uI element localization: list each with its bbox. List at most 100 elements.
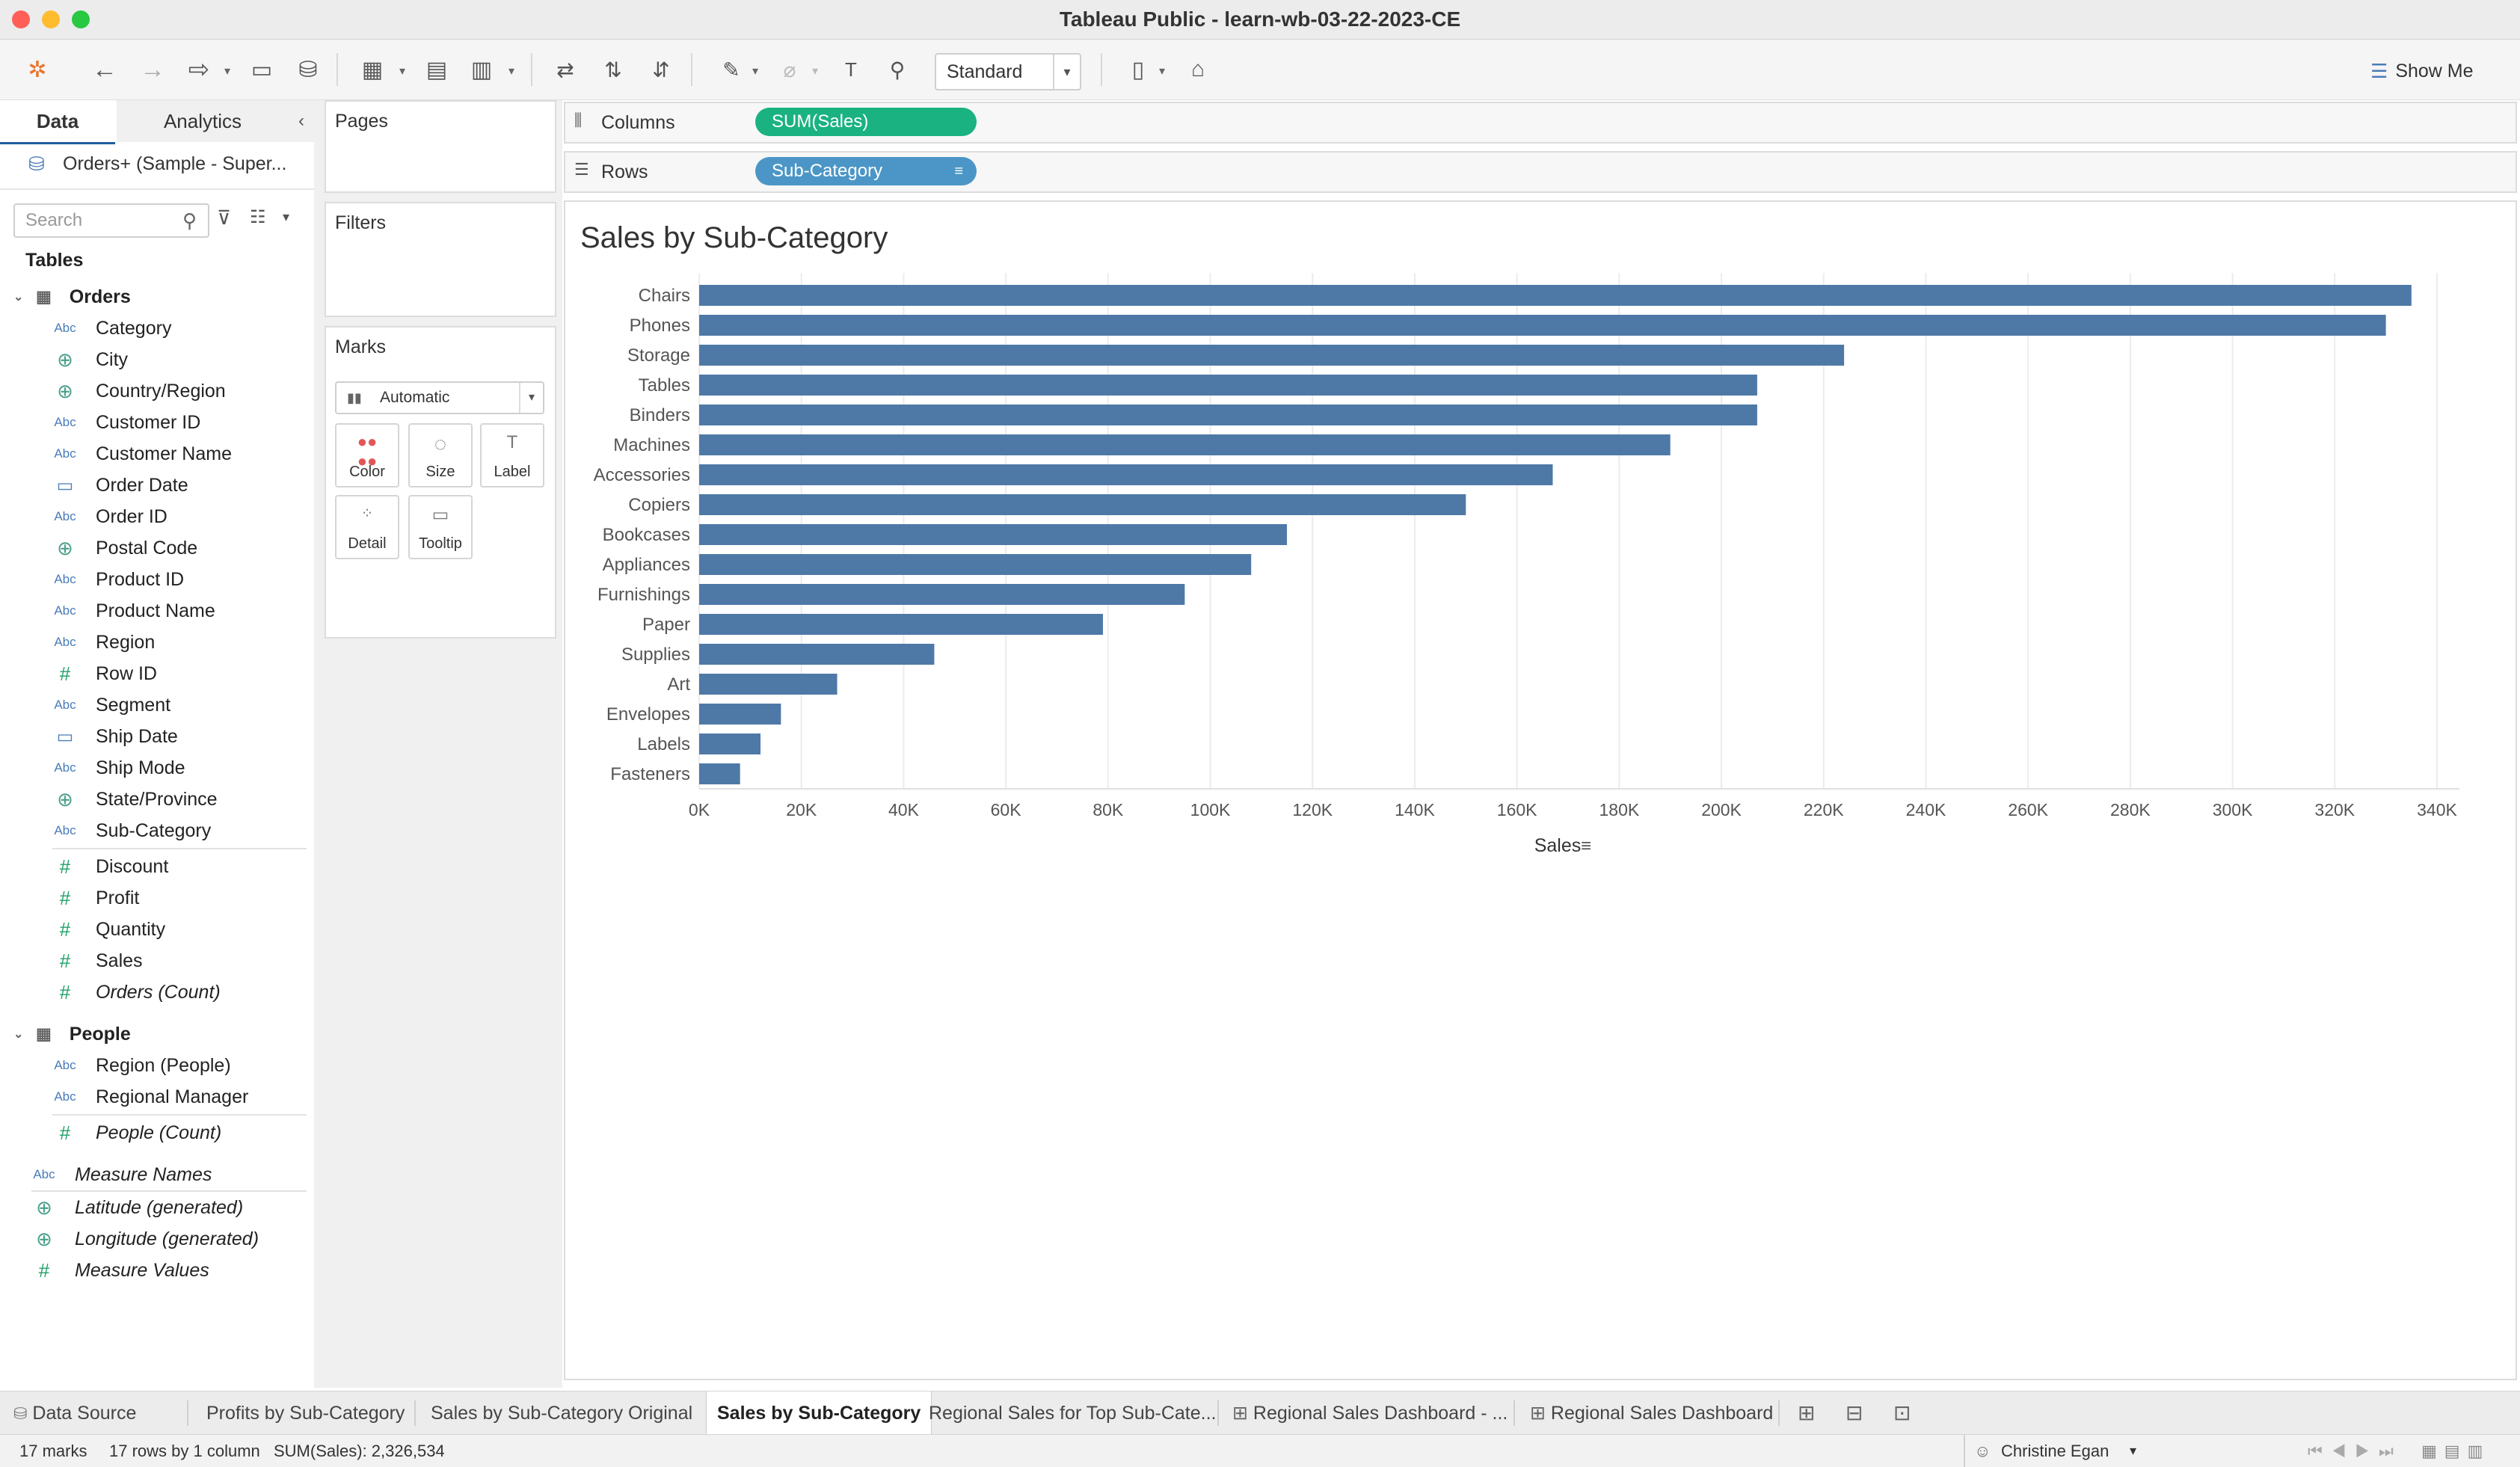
new-worksheet-icon[interactable]: ▦ bbox=[356, 53, 389, 86]
label-button[interactable]: T Label bbox=[480, 423, 544, 488]
field-item[interactable]: Abc Measure Names bbox=[13, 1159, 307, 1190]
field-item[interactable]: ▭ Order Date bbox=[13, 470, 307, 501]
field-name: Product ID bbox=[96, 568, 185, 590]
field-item[interactable]: # Sales bbox=[13, 945, 307, 977]
field-item[interactable]: Abc Product ID bbox=[13, 564, 307, 595]
tab-regional-sales-dashboard-2[interactable]: ⊞ Regional Sales Dashboard - ... bbox=[1232, 1391, 1508, 1435]
field-item[interactable]: ⊕ State/Province bbox=[13, 784, 307, 815]
table-0[interactable]: ⌄ ▦ Orders bbox=[13, 281, 307, 313]
view-list-icon[interactable]: ☷ bbox=[250, 206, 266, 228]
chevron-down-icon[interactable]: ⌄ bbox=[13, 289, 25, 304]
tooltip-label: Tooltip bbox=[419, 535, 462, 552]
save-icon[interactable]: ▭ bbox=[245, 53, 278, 86]
rows-shelf[interactable]: ☰ Rows Sub-Category ≡ bbox=[564, 151, 2517, 193]
highlight-icon[interactable]: ✎ bbox=[715, 53, 748, 86]
user-name[interactable]: Christine Egan bbox=[2001, 1435, 2109, 1467]
field-item[interactable]: Abc Customer Name bbox=[13, 438, 307, 470]
tab-regional-sales-top-sub-category[interactable]: Regional Sales for Top Sub-Cate... bbox=[929, 1391, 1217, 1435]
show-me-button[interactable]: ☰ Show Me bbox=[2370, 56, 2474, 86]
sheet-view-icons[interactable]: ▦▤▥ bbox=[2421, 1435, 2490, 1467]
field-item[interactable]: ⊕ City bbox=[13, 344, 307, 375]
field-item[interactable]: # Row ID bbox=[13, 658, 307, 689]
replay-caret-icon[interactable]: ▾ bbox=[224, 64, 235, 78]
replay-icon[interactable]: ⇨ bbox=[182, 53, 215, 86]
group-caret-icon[interactable]: ▾ bbox=[812, 64, 823, 78]
detail-button[interactable]: ⁘ Detail bbox=[335, 495, 399, 559]
tableau-logo-icon[interactable]: ✲ bbox=[21, 53, 54, 86]
clear-sheet-caret-icon[interactable]: ▾ bbox=[508, 64, 519, 78]
sheet-nav-icons[interactable]: ⏮◀▶⏭ bbox=[2308, 1435, 2403, 1467]
tab-data[interactable]: Data bbox=[0, 100, 115, 144]
field-item[interactable]: ⊕ Country/Region bbox=[13, 375, 307, 407]
highlight-caret-icon[interactable]: ▾ bbox=[752, 64, 763, 78]
tab-sales-by-sub-category-original[interactable]: Sales by Sub-Category Original bbox=[431, 1391, 692, 1435]
show-mark-labels-icon[interactable]: T bbox=[835, 53, 867, 86]
field-item[interactable]: Abc Customer ID bbox=[13, 407, 307, 438]
chevron-down-icon[interactable]: ▾ bbox=[1053, 55, 1080, 89]
swap-rows-columns-icon[interactable]: ⇄ bbox=[549, 53, 582, 86]
field-item[interactable]: Abc Product Name bbox=[13, 595, 307, 627]
sort-ascending-icon[interactable]: ⇅ bbox=[597, 53, 630, 86]
datasource-name[interactable]: Orders+ (Sample - Super... bbox=[63, 147, 347, 181]
view-caret-icon[interactable]: ▾ bbox=[283, 209, 289, 225]
pages-card[interactable]: Pages bbox=[325, 100, 556, 193]
new-dashboard-icon[interactable]: ⊟ bbox=[1846, 1391, 1863, 1435]
tab-separator bbox=[1513, 1400, 1515, 1426]
new-story-icon[interactable]: ⊡ bbox=[1893, 1391, 1911, 1435]
fix-axes-icon[interactable]: ⚲ bbox=[881, 53, 914, 86]
tab-regional-sales-dashboard[interactable]: ⊞ Regional Sales Dashboard bbox=[1530, 1391, 1773, 1435]
field-item[interactable]: Abc Region bbox=[13, 627, 307, 658]
field-item[interactable]: # Quantity bbox=[13, 914, 307, 945]
sort-descending-icon[interactable]: ⇵ bbox=[645, 53, 677, 86]
tab-analytics[interactable]: Analytics bbox=[117, 100, 289, 142]
field-item[interactable]: # Profit bbox=[13, 882, 307, 914]
field-item[interactable]: # Measure Values bbox=[13, 1255, 307, 1286]
user-caret-icon[interactable]: ▾ bbox=[2130, 1435, 2136, 1467]
fit-select[interactable]: Standard ▾ bbox=[935, 53, 1081, 90]
columns-pill-sum-sales[interactable]: SUM(Sales) bbox=[755, 108, 977, 136]
duplicate-sheet-icon[interactable]: ▤ bbox=[420, 53, 453, 86]
presentation-mode-icon[interactable]: ⌂ bbox=[1181, 53, 1214, 86]
size-button[interactable]: ◌ Size bbox=[408, 423, 473, 488]
x-tick-label: 120K bbox=[1292, 800, 1333, 819]
field-type-globe-icon: ⊕ bbox=[57, 379, 73, 402]
mark-type-value: Automatic bbox=[380, 389, 450, 406]
field-item[interactable]: Abc Regional Manager bbox=[13, 1081, 307, 1113]
new-datasource-icon[interactable]: ⛁ bbox=[292, 53, 325, 86]
field-item[interactable]: ⊕ Latitude (generated) bbox=[13, 1192, 307, 1223]
show-cards-caret-icon[interactable]: ▾ bbox=[1159, 64, 1170, 78]
tab-data-source[interactable]: ⛁ Data Source bbox=[13, 1391, 136, 1435]
undo-icon[interactable]: ← bbox=[88, 53, 121, 86]
field-item[interactable]: # People (Count) bbox=[13, 1117, 307, 1148]
field-item[interactable]: # Orders (Count) bbox=[13, 977, 307, 1008]
tab-profits-by-sub-category[interactable]: Profits by Sub-Category bbox=[206, 1391, 405, 1435]
field-item[interactable]: Abc Sub-Category bbox=[13, 815, 307, 846]
show-cards-icon[interactable]: ▯ bbox=[1122, 53, 1155, 86]
field-item[interactable]: ▭ Ship Date bbox=[13, 721, 307, 752]
group-members-icon[interactable]: ⌀ bbox=[773, 53, 806, 86]
field-item[interactable]: Abc Category bbox=[13, 313, 307, 344]
field-item[interactable]: Abc Region (People) bbox=[13, 1050, 307, 1081]
new-worksheet-icon[interactable]: ⊞ bbox=[1798, 1391, 1815, 1435]
new-worksheet-caret-icon[interactable]: ▾ bbox=[399, 64, 410, 78]
redo-icon[interactable]: → bbox=[136, 53, 169, 86]
field-item[interactable]: Abc Ship Mode bbox=[13, 752, 307, 784]
filter-icon[interactable]: ⊽ bbox=[217, 206, 231, 230]
search-input[interactable]: Search ⚲ bbox=[13, 203, 209, 238]
clear-sheet-icon[interactable]: ▥ bbox=[465, 53, 498, 86]
chevron-down-icon[interactable]: ⌄ bbox=[13, 1027, 25, 1042]
tab-sales-by-sub-category[interactable]: Sales by Sub-Category bbox=[706, 1391, 932, 1435]
mark-type-select[interactable]: ▮▮ Automatic ▾ bbox=[335, 381, 544, 414]
filters-card[interactable]: Filters bbox=[325, 202, 556, 317]
field-item[interactable]: Abc Order ID bbox=[13, 501, 307, 532]
table-1[interactable]: ⌄ ▦ People bbox=[13, 1018, 307, 1050]
columns-shelf[interactable]: ⫼ Columns SUM(Sales) bbox=[564, 102, 2517, 144]
tooltip-button[interactable]: ▭ Tooltip bbox=[408, 495, 473, 559]
rows-pill-sub-category[interactable]: Sub-Category ≡ bbox=[755, 157, 977, 185]
field-item[interactable]: ⊕ Postal Code bbox=[13, 532, 307, 564]
field-item[interactable]: Abc Segment bbox=[13, 689, 307, 721]
field-item[interactable]: # Discount bbox=[13, 851, 307, 882]
color-button[interactable]: ●● ●● Color bbox=[335, 423, 399, 488]
field-item[interactable]: ⊕ Longitude (generated) bbox=[13, 1223, 307, 1255]
collapse-pane-icon[interactable]: ‹ bbox=[289, 100, 314, 142]
